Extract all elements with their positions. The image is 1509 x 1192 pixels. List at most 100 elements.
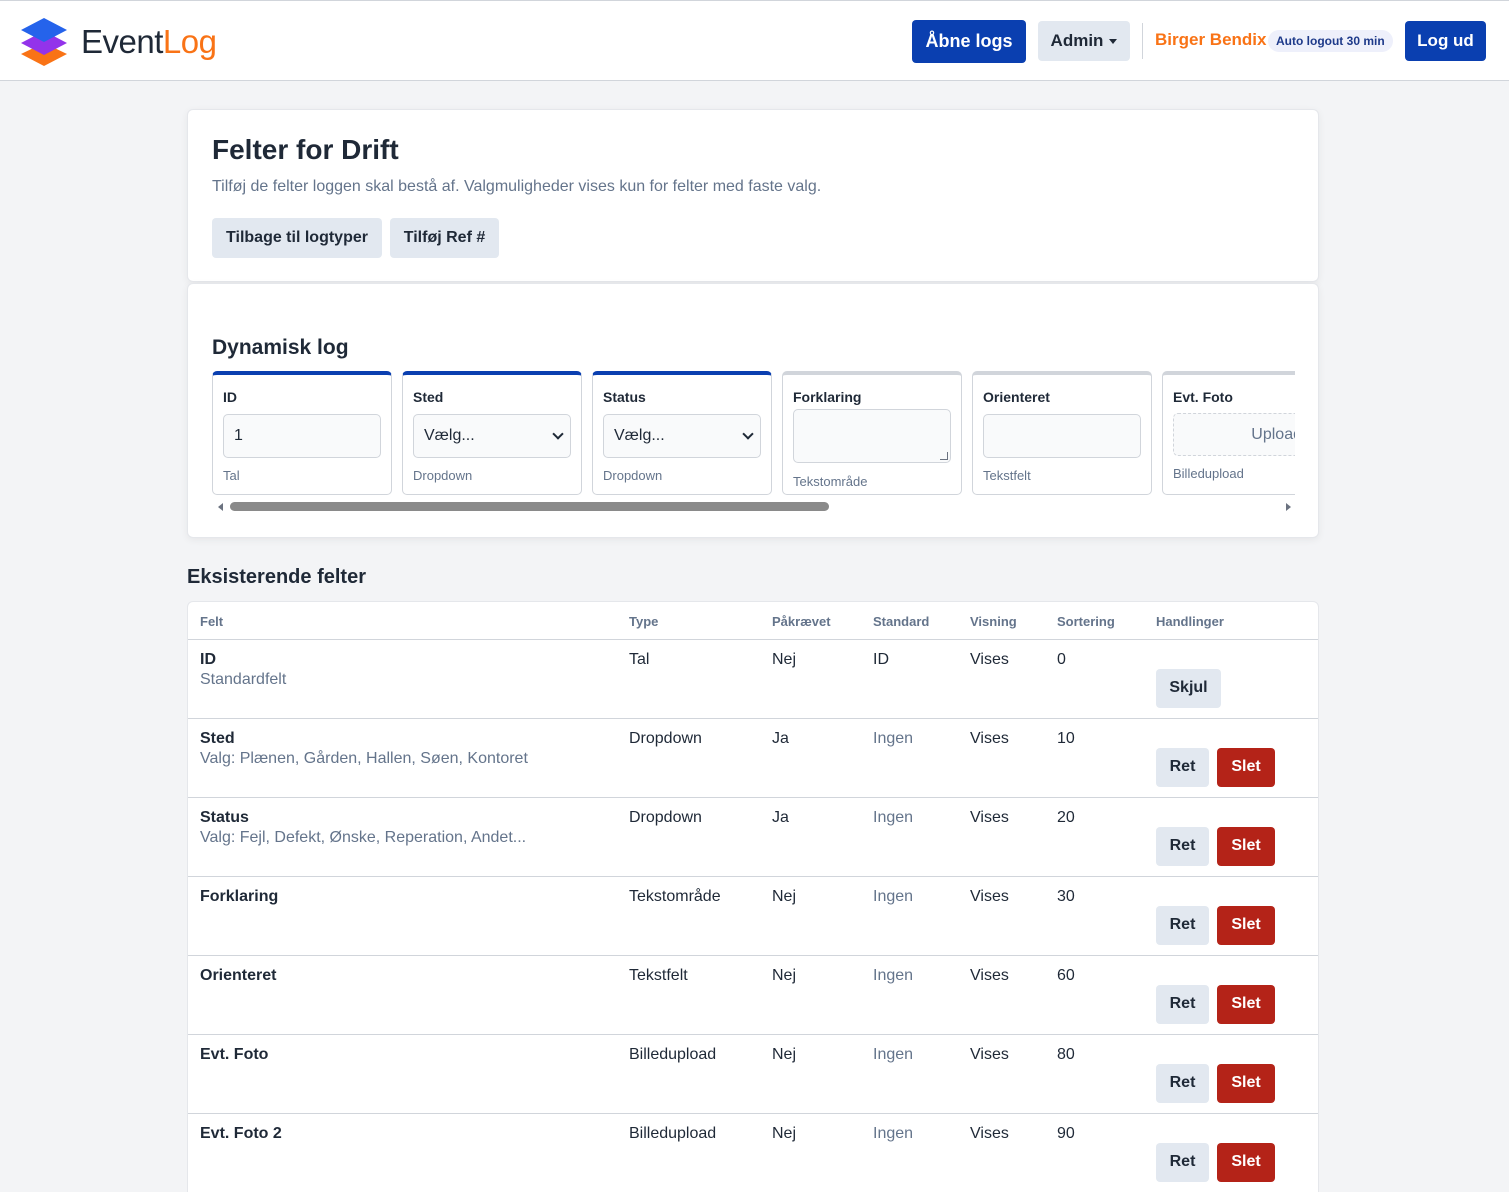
delete-button[interactable]: Slet (1217, 747, 1275, 787)
edit-button[interactable]: Ret (1156, 826, 1209, 866)
scroll-left-arrow-icon[interactable] (218, 503, 223, 511)
preview-field-evt-foto: Evt. Foto Upload Billedupload (1162, 371, 1295, 495)
required-cell: Nej (772, 1124, 797, 1142)
delete-label: Slet (1231, 1153, 1261, 1170)
open-logs-button[interactable]: Åbne logs (912, 20, 1026, 63)
caret-down-icon (1109, 38, 1118, 44)
admin-label: Admin (1050, 31, 1104, 50)
preview-field-label: Orienteret (983, 389, 1050, 405)
delete-label: Slet (1231, 837, 1261, 854)
field-cell: Status Valg: Fejl, Defekt, Ønske, Reperat… (188, 797, 629, 876)
preview-field-strip[interactable]: ID 1 Tal Sted Vælg... Dropdown Status Væ… (212, 371, 1295, 495)
preview-title: Dynamisk log (212, 336, 349, 359)
page-title: Felter for Drift (212, 134, 399, 165)
scroll-right-arrow-icon[interactable] (1286, 503, 1291, 511)
delete-button[interactable]: Slet (1217, 1142, 1275, 1182)
admin-dropdown-button[interactable]: Admin (1038, 21, 1130, 61)
delete-label: Slet (1231, 995, 1261, 1012)
preview-sted-select[interactable]: Vælg... (413, 414, 571, 458)
table-row: Orienteret Tekstfelt Nej Ingen Vises 60 … (188, 955, 1318, 1034)
back-to-logtypes-button[interactable]: Tilbage til logtyper (212, 218, 382, 258)
field-name: ID (200, 650, 216, 668)
logo-text-event: Event (81, 22, 163, 60)
required-cell: Nej (772, 966, 797, 984)
default-cell: Ingen (873, 1045, 914, 1063)
edit-label: Ret (1169, 916, 1196, 933)
hide-label: Skjul (1169, 679, 1208, 696)
layers-logo-icon (21, 18, 67, 66)
logout-button[interactable]: Log ud (1405, 21, 1486, 61)
preview-field-sted: Sted Vælg... Dropdown (402, 371, 582, 495)
auto-logout-badge: Auto logout 30 min (1268, 30, 1393, 52)
preview-id-value: 1 (234, 427, 243, 444)
scrollbar-thumb[interactable] (230, 502, 829, 511)
preview-upload-label: Upload (1251, 425, 1295, 443)
preview-foto-upload[interactable]: Upload (1173, 413, 1295, 456)
preview-horizontal-scrollbar[interactable] (212, 501, 1295, 513)
delete-button[interactable]: Slet (1217, 905, 1275, 945)
chevron-down-icon (552, 428, 564, 440)
sort-cell: 0 (1057, 650, 1066, 668)
preview-sted-value: Vælg... (424, 427, 475, 444)
required-cell: Nej (772, 650, 797, 668)
preview-field-label: Sted (413, 389, 444, 405)
preview-forklaring-textarea[interactable] (793, 409, 951, 463)
edit-button[interactable]: Ret (1156, 984, 1209, 1024)
preview-field-type: Billedupload (1173, 466, 1244, 481)
preview-field-type: Dropdown (413, 468, 473, 483)
actions-cell: Skjul (1156, 639, 1318, 718)
page-header-card: Felter for Drift Tilføj de felter loggen… (187, 109, 1319, 282)
resize-grip-icon[interactable] (940, 452, 948, 460)
preview-field-type: Tekstområde (793, 474, 868, 489)
preview-id-input[interactable]: 1 (223, 414, 381, 458)
table-row: Evt. Foto 2 Billedupload Nej Ingen Vises… (188, 1113, 1318, 1192)
preview-field-forklaring: Forklaring Tekstområde (782, 371, 962, 495)
edit-label: Ret (1169, 995, 1196, 1012)
table-row: Sted Valg: Plænen, Gården, Hallen, Søen, … (188, 718, 1318, 797)
table-row: Evt. Foto Billedupload Nej Ingen Vises 8… (188, 1034, 1318, 1113)
add-ref-button[interactable]: Tilføj Ref # (390, 218, 499, 258)
actions-cell: Ret Slet (1156, 1113, 1318, 1192)
chevron-down-icon (742, 428, 754, 440)
field-name: Orienteret (200, 966, 277, 984)
sort-cell: 10 (1057, 729, 1075, 747)
page-subtitle: Tilføj de felter loggen skal bestå af. V… (212, 178, 822, 195)
field-name: Forklaring (200, 887, 279, 905)
add-ref-label: Tilføj Ref # (403, 229, 486, 246)
delete-button[interactable]: Slet (1217, 984, 1275, 1024)
edit-label: Ret (1169, 1153, 1196, 1170)
required-cell: Nej (772, 1045, 797, 1063)
back-to-logtypes-label: Tilbage til logtyper (226, 229, 368, 246)
edit-button[interactable]: Ret (1156, 747, 1209, 787)
preview-field-label: Forklaring (793, 389, 862, 405)
type-cell: Dropdown (629, 808, 702, 826)
eventlog-logo[interactable]: EventLog (19, 14, 217, 68)
column-header-actions: Handlinger (1156, 602, 1318, 640)
default-cell: Ingen (873, 808, 914, 826)
hide-button[interactable]: Skjul (1156, 668, 1221, 708)
required-cell: Ja (772, 729, 789, 747)
field-cell: Forklaring (188, 876, 629, 955)
display-cell: Vises (970, 966, 1009, 984)
preview-orienteret-input[interactable] (983, 414, 1141, 458)
preview-field-id: ID 1 Tal (212, 371, 392, 495)
table-row: Forklaring Tekstområde Nej Ingen Vises 3… (188, 876, 1318, 955)
preview-field-orienteret: Orienteret Tekstfelt (972, 371, 1152, 495)
type-cell: Billedupload (629, 1124, 717, 1142)
preview-status-select[interactable]: Vælg... (603, 414, 761, 458)
preview-field-type: Tal (223, 468, 240, 483)
delete-button[interactable]: Slet (1217, 826, 1275, 866)
edit-button[interactable]: Ret (1156, 905, 1209, 945)
type-cell: Tekstområde (629, 887, 721, 905)
edit-button[interactable]: Ret (1156, 1142, 1209, 1182)
top-navbar: EventLog Åbne logs Admin Birger Bendix A… (0, 0, 1509, 81)
edit-button[interactable]: Ret (1156, 1063, 1209, 1103)
table-row: Status Valg: Fejl, Defekt, Ønske, Reperat… (188, 797, 1318, 876)
delete-button[interactable]: Slet (1217, 1063, 1275, 1103)
field-name: Status (200, 808, 249, 826)
field-name: Sted (200, 729, 235, 747)
field-name: Evt. Foto (200, 1045, 269, 1063)
sort-cell: 80 (1057, 1045, 1075, 1063)
user-name[interactable]: Birger Bendix (1155, 30, 1266, 50)
actions-cell: Ret Slet (1156, 955, 1318, 1034)
